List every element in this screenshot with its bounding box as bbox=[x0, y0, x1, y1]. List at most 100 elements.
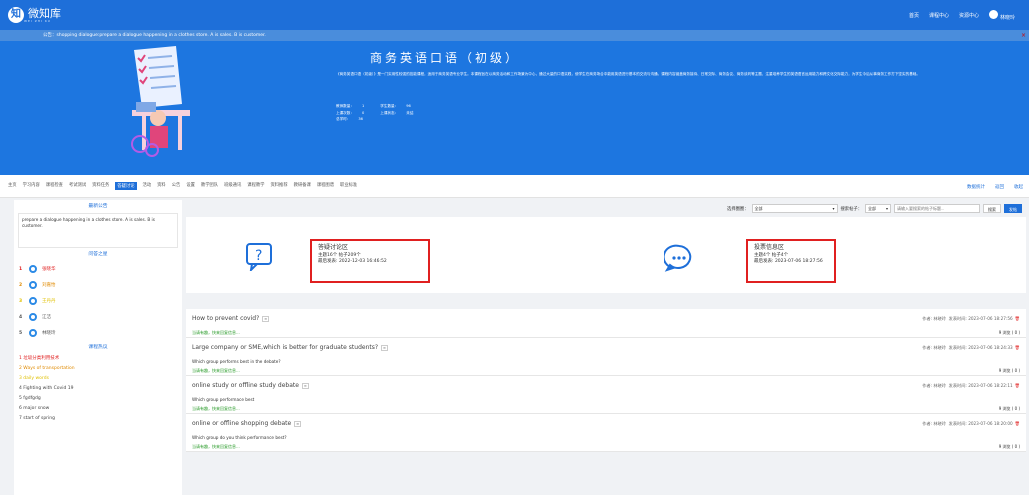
tab-5[interactable]: 答疑讨论 bbox=[115, 182, 137, 190]
total-value: 36 bbox=[358, 117, 363, 121]
post-body: Which group do you think performance bes… bbox=[192, 435, 287, 440]
rank-name: 林晓玲 bbox=[42, 331, 56, 336]
new-post-button[interactable]: 发帖 bbox=[1004, 204, 1022, 213]
reply-prompt[interactable]: 当请有趣，快来回复信息... bbox=[192, 366, 240, 375]
course-banner: 商务英语口语（初级） 《商务英语口语（初级）》是一门实用性较强的技能课程，适用于… bbox=[0, 41, 1029, 175]
tab-3[interactable]: 考试测试 bbox=[69, 182, 86, 190]
back-button[interactable]: 返回 bbox=[995, 184, 1004, 190]
course-illustration bbox=[131, 46, 190, 157]
time-label: 发表时间: bbox=[948, 315, 967, 321]
tab-12[interactable]: 课程教学 bbox=[247, 182, 264, 190]
trash-icon[interactable]: 🗑 bbox=[1015, 345, 1020, 350]
trash-icon[interactable]: 🗑 bbox=[1015, 421, 1020, 426]
tab-7[interactable]: 资料 bbox=[157, 182, 166, 190]
divider bbox=[186, 293, 1026, 309]
logo[interactable]: 知 微知库 WEI ZHI KU bbox=[8, 7, 61, 23]
stats-button[interactable]: 数据统计 bbox=[967, 184, 985, 190]
question-icon: ? bbox=[246, 243, 272, 271]
ranking-item[interactable]: 4 江洁 bbox=[19, 309, 182, 325]
post-head: online or offline shopping debate ≡ 作者: 林晓… bbox=[186, 414, 1026, 433]
status-value: 未结 bbox=[406, 110, 414, 115]
forum-main: 选择圈圈： 全部 ▾ 搜索帖子： 全部 ▾ 搜索 发帖 ? 答疑讨论区 主题16个 … bbox=[186, 200, 1026, 495]
search-button[interactable]: 搜索 bbox=[983, 204, 1001, 213]
tab-9[interactable]: 设置 bbox=[186, 182, 195, 190]
tab-2[interactable]: 课程检查 bbox=[46, 182, 63, 190]
post-time: 2023-07-06 18:22:11 bbox=[968, 382, 1013, 388]
post-title[interactable]: Large company or SME,which is better for… bbox=[192, 344, 378, 351]
reply-prompt[interactable]: 当请有趣，快来回复信息... bbox=[192, 404, 240, 413]
chevron-down-icon: ▾ bbox=[885, 206, 888, 211]
post-title[interactable]: How to prevent covid? bbox=[192, 315, 259, 322]
post-item: Large company or SME,which is better for… bbox=[186, 338, 1026, 376]
trash-icon[interactable]: 🗑 bbox=[1015, 316, 1020, 321]
tab-16[interactable]: 职业标准 bbox=[340, 182, 357, 190]
post-title[interactable]: online study or offline study debate bbox=[192, 382, 299, 389]
tab-1[interactable]: 学习内容 bbox=[23, 182, 40, 190]
ranking-item[interactable]: 1 张晓华 bbox=[19, 261, 182, 277]
recommend-heading: 课程热议 bbox=[88, 345, 108, 350]
post-title[interactable]: online or offline shopping debate bbox=[192, 420, 291, 427]
rank-number: 3 bbox=[19, 298, 23, 304]
post-author: 林晓玲 bbox=[933, 420, 946, 426]
qa-zone[interactable]: 答疑讨论区 主题16个 帖子209个 最后发表: 2022-12-03 16:4… bbox=[310, 239, 430, 283]
category-label: 选择圈圈： bbox=[727, 206, 749, 212]
tab-10[interactable]: 教学团队 bbox=[201, 182, 218, 190]
nav-courses[interactable]: 课程中心 bbox=[929, 12, 949, 19]
recommend-item[interactable]: 6 major snow bbox=[19, 404, 182, 414]
post-author: 林晓玲 bbox=[933, 382, 946, 388]
vote-zone[interactable]: 投票信息区 主题4个 帖子4个 最后发表: 2023-07-06 18:27:5… bbox=[746, 239, 836, 283]
nav-resources[interactable]: 资源中心 bbox=[959, 12, 979, 19]
tab-0[interactable]: 主页 bbox=[8, 182, 17, 190]
qa-zone-last: 最后发表: 2022-12-03 16:46:52 bbox=[318, 259, 387, 264]
user-icon bbox=[29, 281, 37, 289]
post-head: How to prevent covid? ≡ 作者: 林晓玲 发表时间: 2023… bbox=[186, 309, 1026, 328]
tab-6[interactable]: 活动 bbox=[143, 182, 152, 190]
ranking-item[interactable]: 2 刘嘉怡 bbox=[19, 277, 182, 293]
collapse-button[interactable]: 收起 bbox=[1014, 184, 1023, 190]
post-body: Which group performs best in the debate? bbox=[192, 359, 281, 364]
rank-number: 2 bbox=[19, 282, 23, 288]
tab-14[interactable]: 教研备课 bbox=[294, 182, 311, 190]
recommend-item[interactable]: 1 垃圾分类利用技术 bbox=[19, 354, 182, 364]
recommend-item[interactable]: 7 start of spring bbox=[19, 414, 182, 424]
course-toolbar: 主页 学习内容 课程检查 考试测试 资料任务 答疑讨论 活动 资料 公告 设置 教学团队 班级通讯 课程… bbox=[0, 175, 1029, 198]
search-input[interactable] bbox=[894, 204, 980, 213]
rank-name: 江洁 bbox=[42, 315, 51, 320]
category-select[interactable]: 全部 ▾ bbox=[751, 204, 838, 213]
recommend-item[interactable]: 5 fgdfgdg bbox=[19, 394, 182, 404]
recommend-item[interactable]: 4 Fighting with Covid 19 bbox=[19, 384, 182, 394]
reply-prompt[interactable]: 当请有趣，快来回复信息... bbox=[192, 442, 240, 451]
tab-8[interactable]: 公告 bbox=[172, 182, 181, 190]
time-label: 发表时间: bbox=[948, 420, 967, 426]
tab-11[interactable]: 班级通讯 bbox=[224, 182, 241, 190]
uploads-label: 上课次数： bbox=[336, 110, 354, 115]
user-menu[interactable]: 林晓玲 bbox=[988, 9, 1015, 21]
logo-text: 微知库 bbox=[28, 6, 61, 20]
view-count: 9 浏览 ( 0 ) bbox=[998, 444, 1020, 449]
post-author: 林晓玲 bbox=[933, 344, 946, 350]
notice-heading: 最新公告 bbox=[88, 204, 108, 209]
post-head: online study or offline study debate ≡ 作者:… bbox=[186, 376, 1026, 395]
tab-4[interactable]: 资料任务 bbox=[92, 182, 109, 190]
ranking-item[interactable]: 3 王丹丹 bbox=[19, 293, 182, 309]
logo-icon: 知 bbox=[8, 7, 24, 23]
forum-zones: ? 答疑讨论区 主题16个 帖子209个 最后发表: 2022-12-03 16… bbox=[186, 217, 1026, 293]
avatar bbox=[988, 9, 998, 19]
recommend-item[interactable]: 3 daily words bbox=[19, 374, 182, 384]
reply-prompt[interactable]: 当请有趣，快来回复信息... bbox=[192, 328, 240, 337]
post-foot: 当请有趣，快来回复信息... 9 浏览 ( 0 ) bbox=[186, 328, 1026, 337]
close-icon[interactable]: × bbox=[1021, 30, 1026, 41]
scope-select[interactable]: 全部 ▾ bbox=[865, 204, 891, 213]
post-head: Large company or SME,which is better for… bbox=[186, 338, 1026, 357]
svg-text:?: ? bbox=[255, 248, 262, 264]
post-meta: 作者: 林晓玲 发表时间: 2023-07-06 18:24:33 🗑 bbox=[922, 345, 1020, 351]
notice-text[interactable]: prepare a dialogue happening in a clothe… bbox=[18, 213, 178, 248]
post-meta: 作者: 林晓玲 发表时间: 2023-07-06 18:20:00 🗑 bbox=[922, 421, 1020, 427]
recommend-item[interactable]: 2 Ways of transportation bbox=[19, 364, 182, 374]
user-icon bbox=[29, 297, 37, 305]
nav-home[interactable]: 首页 bbox=[909, 12, 919, 19]
ranking-item[interactable]: 5 林晓玲 bbox=[19, 325, 182, 341]
tab-13[interactable]: 资料推荐 bbox=[270, 182, 287, 190]
trash-icon[interactable]: 🗑 bbox=[1015, 383, 1020, 388]
tab-15[interactable]: 课程图谱 bbox=[317, 182, 334, 190]
